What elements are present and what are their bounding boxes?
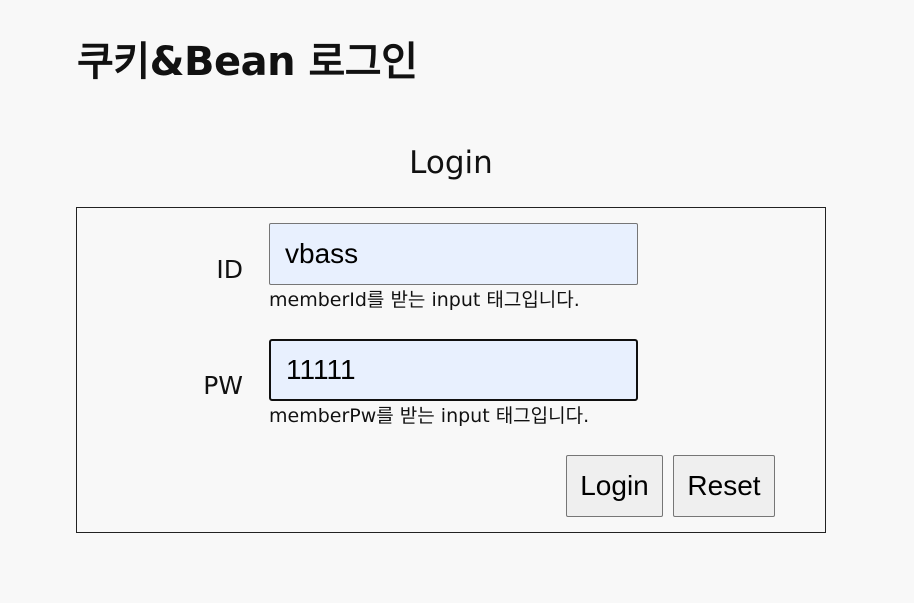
login-form: ID memberId를 받는 input 태그입니다. PW memberPw… (76, 207, 826, 533)
member-id-hint: memberId를 받는 input 태그입니다. (269, 289, 580, 311)
member-pw-hint: memberPw를 받는 input 태그입니다. (269, 405, 590, 427)
pw-label: PW (203, 371, 243, 400)
page-title: 쿠키&Bean 로그인 (77, 39, 418, 85)
login-heading: Login (409, 145, 493, 181)
id-label: ID (216, 255, 243, 284)
login-button[interactable]: Login (566, 455, 663, 517)
member-pw-input[interactable] (269, 339, 638, 401)
member-id-input[interactable] (269, 223, 638, 285)
reset-button[interactable]: Reset (673, 455, 775, 517)
